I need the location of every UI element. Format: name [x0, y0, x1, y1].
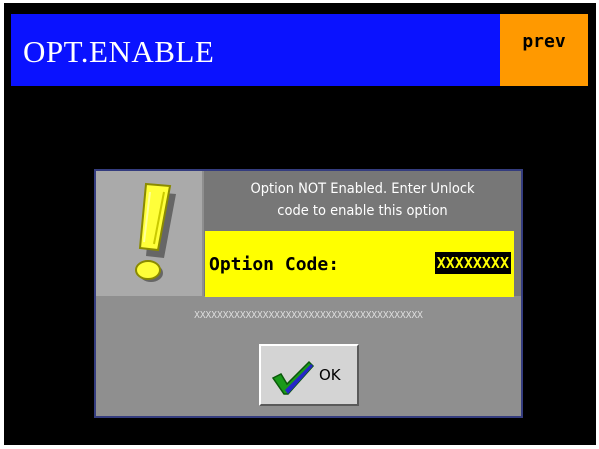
option-code-label: Option Code:: [209, 254, 340, 275]
option-code-value[interactable]: XXXXXXXX: [434, 252, 511, 274]
screen: OPT.ENABLE prev Option NOT Enabled. Ente…: [4, 3, 596, 445]
ok-button-label: OK: [319, 366, 341, 384]
message-line-1: Option NOT Enabled. Enter Unlock: [250, 181, 475, 197]
dialog-message: Option NOT Enabled. Enter Unlock code to…: [204, 178, 521, 222]
header-bar: OPT.ENABLE: [11, 14, 504, 86]
code-mask-text: XXXXXXXXXXXXXXXXXXXXXXXXXXXXXXXXXXXXXXXX: [194, 310, 423, 321]
warning-icon-panel: [96, 171, 202, 296]
page-title: OPT.ENABLE: [23, 34, 215, 69]
ok-button[interactable]: OK: [259, 344, 359, 406]
checkmark-icon: [271, 360, 315, 395]
message-line-2: code to enable this option: [277, 203, 448, 219]
exclamation-icon: [135, 182, 176, 282]
option-unlock-dialog: Option NOT Enabled. Enter Unlock code to…: [94, 169, 523, 418]
option-code-field[interactable]: Option Code: XXXXXXXX: [205, 231, 514, 297]
prev-button[interactable]: prev: [500, 14, 588, 86]
prev-button-label: prev: [522, 31, 566, 52]
